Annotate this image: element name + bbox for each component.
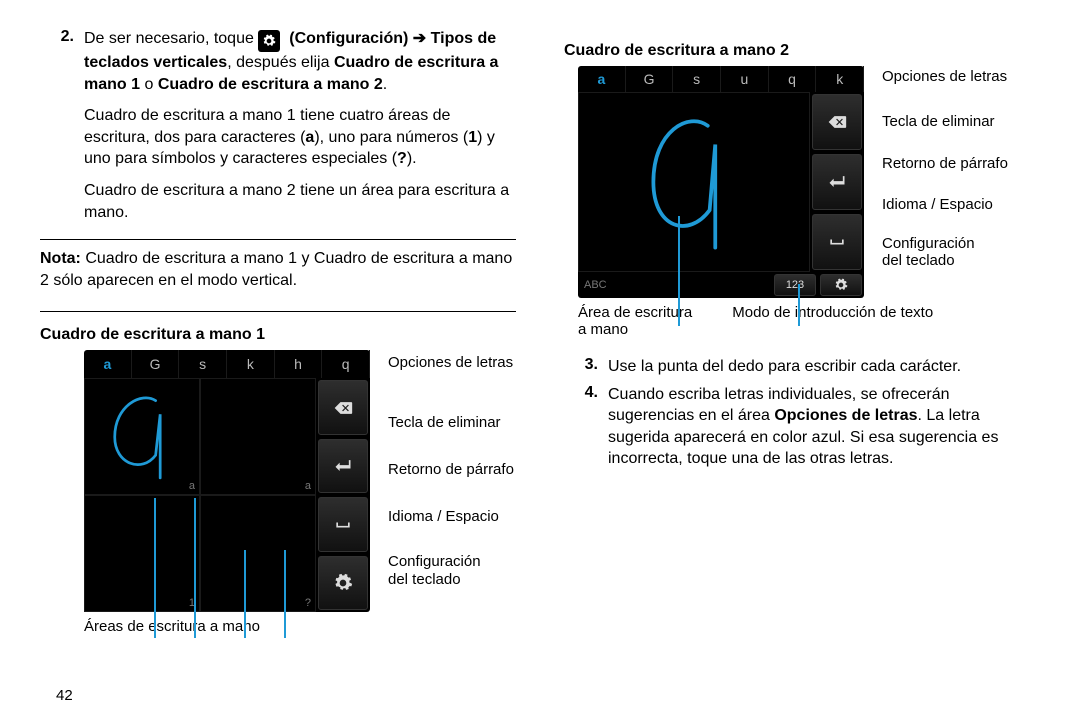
letter-option[interactable]: k: [816, 66, 864, 92]
hw-cell-a2[interactable]: a: [200, 378, 316, 495]
step-2: 2. De ser necesario, toque (Configuració…: [40, 28, 516, 223]
label-text-mode: Modo de introducción de texto: [732, 304, 933, 338]
letter-options-row[interactable]: a G s k h q: [84, 350, 370, 378]
paragraph: Cuadro de escritura a mano 2 tiene un ár…: [84, 180, 516, 223]
letter-option[interactable]: G: [132, 350, 180, 378]
step-4: 4. Cuando escriba letras individuales, s…: [564, 384, 1040, 470]
letter-options-row[interactable]: a G s u q k: [578, 66, 864, 92]
letter-option[interactable]: a: [84, 350, 132, 378]
letter-option[interactable]: s: [179, 350, 227, 378]
label-space: Idioma / Espacio: [388, 508, 514, 525]
step-text: Cuando escriba letras individuales, se o…: [608, 384, 1040, 470]
handwriting-area[interactable]: [578, 92, 810, 272]
subheading-2: Cuadro de escritura a mano 2: [564, 42, 1040, 60]
handwriting-box-1: a G s k h q a a 1 ?: [84, 350, 370, 612]
divider: [40, 311, 516, 312]
handwriting-box-2: a G s u q k ABC 123: [578, 66, 864, 298]
hw-cell-a[interactable]: a: [84, 378, 200, 495]
callout-line: [244, 550, 246, 638]
callout-line: [154, 498, 156, 638]
callout-line: [798, 284, 800, 326]
left-column: 2. De ser necesario, toque (Configuració…: [40, 28, 540, 702]
step-number: 2.: [40, 28, 84, 223]
callout-line: [678, 216, 680, 326]
letter-option[interactable]: q: [322, 350, 370, 378]
step-number: 3.: [564, 356, 608, 378]
note: Nota: Cuadro de escritura a mano 1 y Cua…: [40, 244, 516, 295]
gear-icon: [258, 30, 280, 52]
hw-cell-1[interactable]: 1: [84, 495, 200, 612]
handwriting-areas[interactable]: a a 1 ?: [84, 378, 316, 612]
letter-option[interactable]: h: [275, 350, 323, 378]
right-column: Cuadro de escritura a mano 2 a G s u q k: [540, 28, 1040, 702]
settings-key[interactable]: [318, 556, 368, 611]
mode-key[interactable]: 123: [774, 274, 816, 296]
delete-key[interactable]: [812, 94, 862, 150]
letter-option[interactable]: s: [673, 66, 721, 92]
callout-line: [194, 498, 196, 638]
label-return: Retorno de párrafo: [882, 155, 1008, 172]
settings-key[interactable]: [820, 274, 862, 296]
label-config-2: del teclado: [388, 571, 514, 588]
space-key[interactable]: [812, 214, 862, 270]
divider: [40, 239, 516, 240]
label-delete: Tecla de eliminar: [882, 113, 1008, 130]
label-space: Idioma / Espacio: [882, 196, 1008, 213]
label-options: Opciones de letras: [882, 68, 1008, 85]
hw-cell-q[interactable]: ?: [200, 495, 316, 612]
callout-line: [284, 550, 286, 638]
label-options: Opciones de letras: [388, 354, 514, 371]
space-key[interactable]: [318, 497, 368, 552]
subheading-1: Cuadro de escritura a mano 1: [40, 326, 516, 344]
label-config: Configuración: [882, 235, 1008, 252]
enter-key[interactable]: [318, 439, 368, 494]
label-hw-area: Área de escritura a mano: [578, 304, 692, 338]
step-text: De ser necesario, toque (Configuración) …: [84, 28, 516, 223]
label-hw-areas: Áreas de escritura a mano: [84, 618, 516, 635]
label-config: Configuración: [388, 553, 514, 570]
label-delete: Tecla de eliminar: [388, 414, 514, 431]
letter-option[interactable]: a: [578, 66, 626, 92]
letter-option[interactable]: u: [721, 66, 769, 92]
page-number: 42: [56, 687, 73, 704]
letter-option[interactable]: G: [626, 66, 674, 92]
step-number: 4.: [564, 384, 608, 470]
label-config-2: del teclado: [882, 252, 1008, 269]
abc-indicator: ABC: [578, 272, 772, 298]
label-return: Retorno de párrafo: [388, 461, 514, 478]
callout-labels-1: Opciones de letras Tecla de eliminar Ret…: [388, 350, 514, 588]
letter-option[interactable]: k: [227, 350, 275, 378]
delete-key[interactable]: [318, 380, 368, 435]
step-3: 3. Use la punta del dedo para escribir c…: [564, 356, 1040, 378]
letter-option[interactable]: q: [769, 66, 817, 92]
callout-labels-2: Opciones de letras Tecla de eliminar Ret…: [882, 66, 1008, 270]
paragraph: Cuadro de escritura a mano 1 tiene cuatr…: [84, 105, 516, 170]
step-text: Use la punta del dedo para escribir cada…: [608, 356, 1040, 378]
enter-key[interactable]: [812, 154, 862, 210]
